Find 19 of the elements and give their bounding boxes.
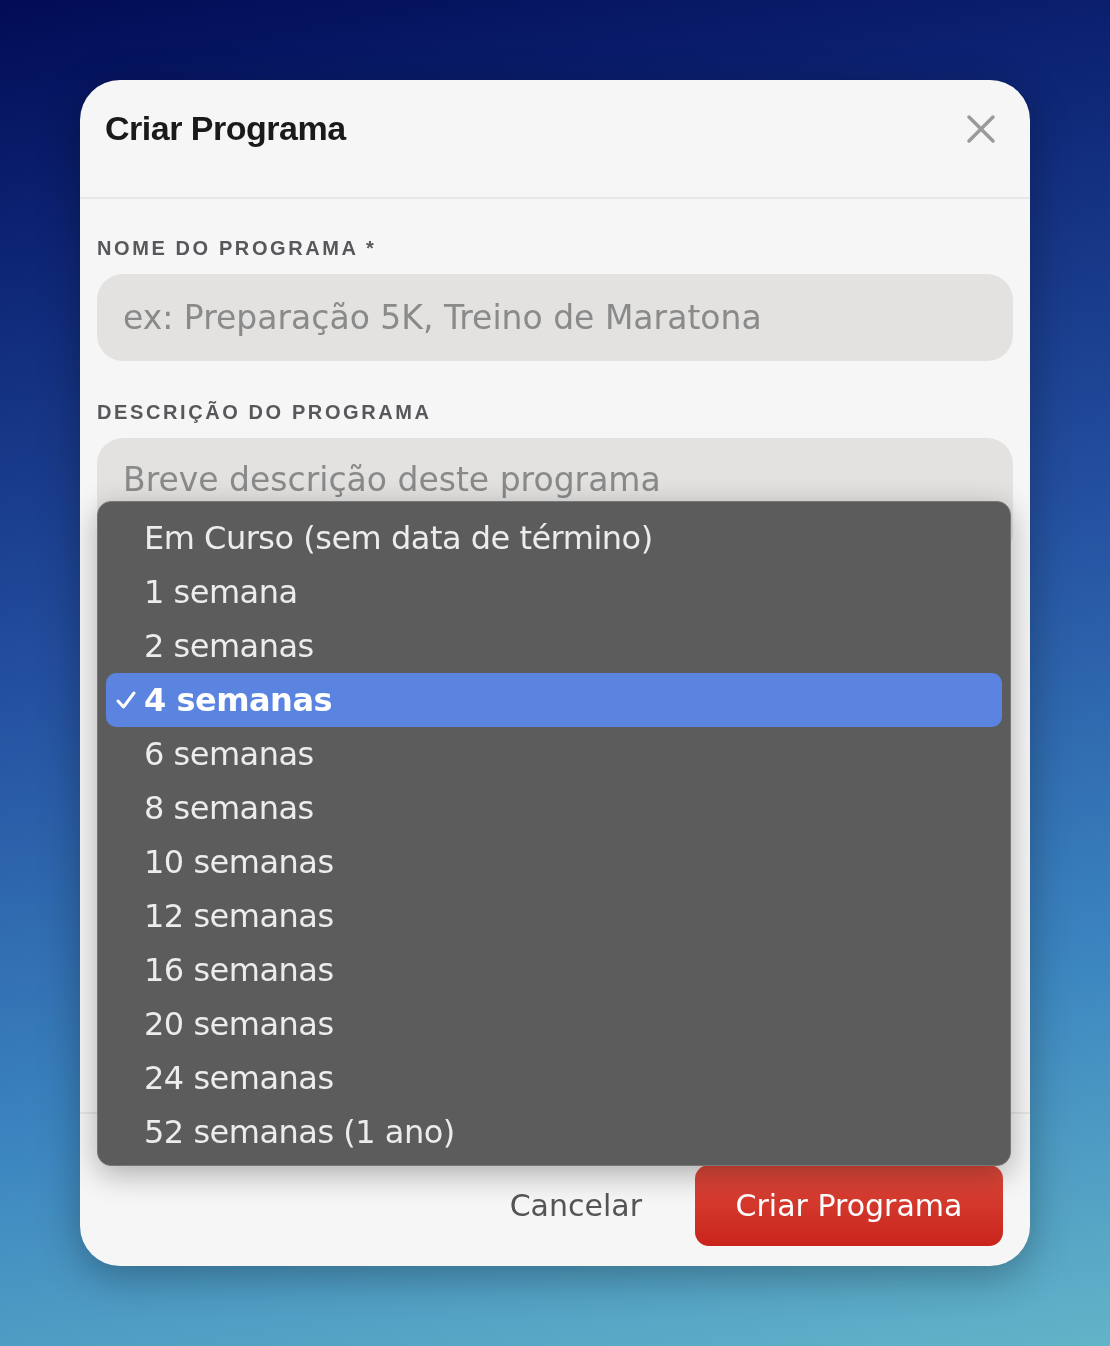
menu-option[interactable]: 16 semanas: [106, 943, 1002, 997]
menu-option[interactable]: 4 semanas: [106, 673, 1002, 727]
name-field[interactable]: ex: Preparação 5K, Treino de Maratona: [97, 274, 1013, 361]
menu-option[interactable]: 52 semanas (1 ano): [106, 1105, 1002, 1159]
menu-option[interactable]: 24 semanas: [106, 1051, 1002, 1105]
check-icon: [116, 690, 136, 710]
menu-option[interactable]: 6 semanas: [106, 727, 1002, 781]
cancel-button[interactable]: Cancelar: [509, 1165, 642, 1246]
create-button[interactable]: Criar Programa: [695, 1165, 1003, 1246]
menu-option[interactable]: 10 semanas: [106, 835, 1002, 889]
close-icon[interactable]: [966, 113, 996, 144]
dialog-title: Criar Programa: [105, 109, 346, 148]
field-label: DESCRIÇÃO DO PROGRAMA: [97, 401, 432, 424]
field-label: NOME DO PROGRAMA *: [97, 237, 377, 260]
menu-option[interactable]: 8 semanas: [106, 781, 1002, 835]
menu-option[interactable]: 20 semanas: [106, 997, 1002, 1051]
menu-option[interactable]: 12 semanas: [106, 889, 1002, 943]
menu-option[interactable]: 1 semana: [106, 565, 1002, 619]
menu-option[interactable]: 2 semanas: [106, 619, 1002, 673]
